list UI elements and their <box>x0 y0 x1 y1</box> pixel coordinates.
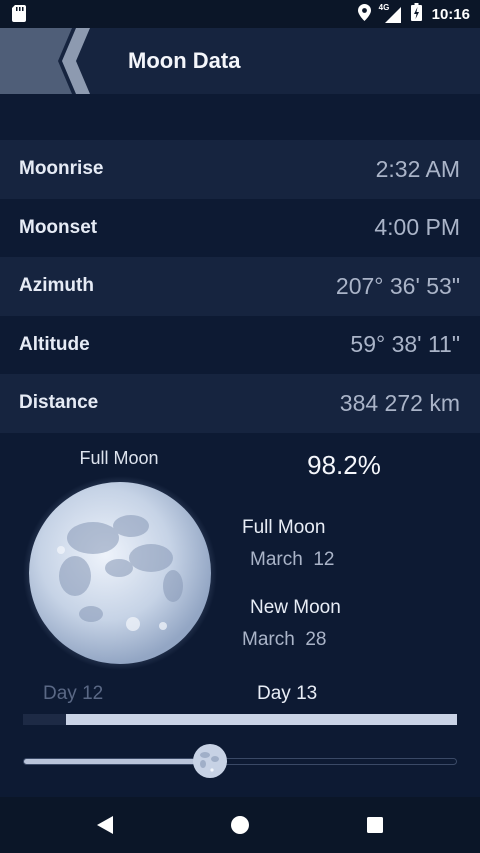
nav-home-icon[interactable] <box>210 797 270 853</box>
current-day-label: Day 13 <box>257 683 318 704</box>
next-full-moon-date: March 12 <box>250 549 335 570</box>
status-bar: 4G 10:16 <box>0 0 480 28</box>
illumination-percent: 98.2% <box>307 450 381 480</box>
lunar-cycle-slider[interactable] <box>23 758 457 765</box>
page-title: Moon Data <box>128 48 241 73</box>
battery-icon <box>410 3 422 25</box>
previous-day-label: Day 12 <box>43 683 104 704</box>
toolbar: Moon Data <box>0 28 480 94</box>
row-distance: Distance 384 272 km <box>0 374 480 433</box>
nav-recents-icon[interactable] <box>345 797 405 853</box>
row-label: Altitude <box>19 333 90 355</box>
moon-data-list: Moonrise 2:32 AM Moonset 4:00 PM Azimuth… <box>0 140 480 433</box>
row-altitude: Altitude 59° 38' 11" <box>0 315 480 374</box>
next-new-moon-title: New Moon <box>250 597 341 618</box>
day-progress-fill <box>66 714 457 725</box>
moon-image <box>23 476 217 670</box>
day-progress-bar <box>23 714 457 725</box>
row-value: 384 272 km <box>339 389 460 416</box>
row-azimuth: Azimuth 207° 36' 53" <box>0 257 480 316</box>
next-new-moon-date: March 28 <box>242 629 327 650</box>
row-label: Moonrise <box>19 158 104 180</box>
back-button[interactable] <box>0 28 92 94</box>
signal-icon: 4G <box>379 3 403 23</box>
row-label: Moonset <box>19 216 98 238</box>
back-chevron-icon <box>0 28 90 94</box>
slider-fill <box>24 759 210 764</box>
sd-card-icon <box>12 5 26 26</box>
row-value: 4:00 PM <box>374 214 460 241</box>
system-nav-bar <box>0 797 480 853</box>
row-moonset: Moonset 4:00 PM <box>0 198 480 257</box>
row-value: 2:32 AM <box>375 155 460 182</box>
moon-phase-name: Full Moon <box>79 448 159 468</box>
row-label: Distance <box>19 392 99 414</box>
row-value: 207° 36' 53" <box>335 272 460 299</box>
clock: 10:16 <box>431 5 470 23</box>
location-icon <box>357 3 371 25</box>
row-moonrise: Moonrise 2:32 AM <box>0 140 480 199</box>
next-full-moon-title: Full Moon <box>242 517 326 538</box>
row-value: 59° 38' 11" <box>350 331 460 358</box>
row-label: Azimuth <box>19 275 94 297</box>
nav-back-icon[interactable] <box>75 797 135 853</box>
slider-thumb-moon-icon[interactable] <box>192 743 228 779</box>
